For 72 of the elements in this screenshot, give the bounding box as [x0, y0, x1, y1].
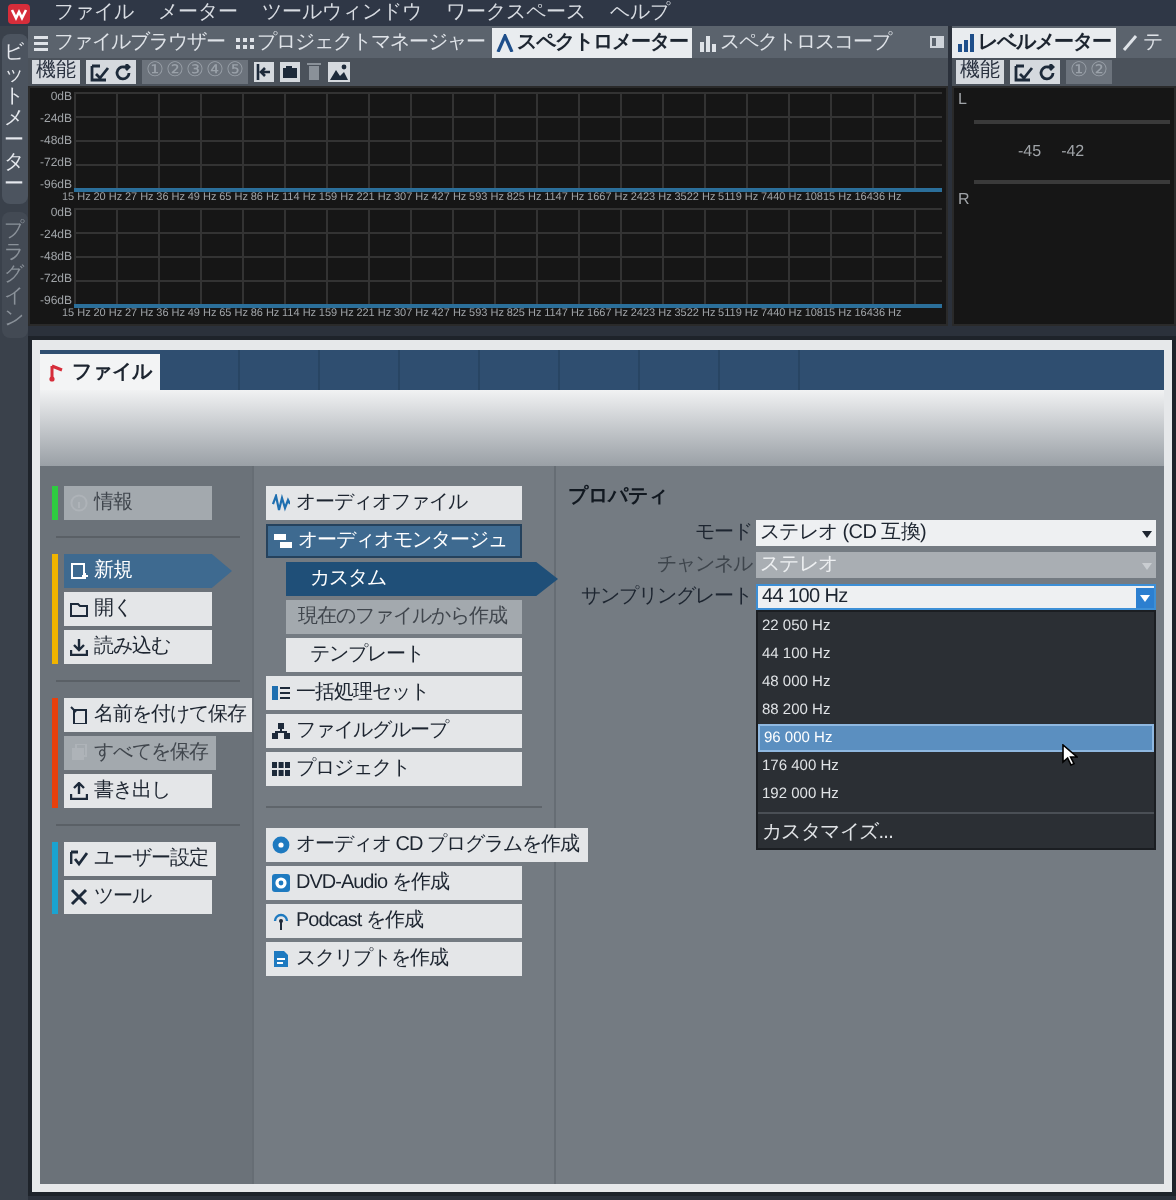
montage-icon	[274, 532, 292, 550]
camera-icon[interactable]	[280, 62, 300, 82]
checkmark-icon[interactable]	[1014, 63, 1034, 81]
script-icon	[272, 950, 290, 968]
bar-chart-icon	[698, 34, 716, 52]
menu-button[interactable]: ファイルグループ	[266, 714, 522, 748]
disc-icon	[272, 874, 290, 892]
hierarchy-icon	[272, 722, 290, 740]
bar-chart-icon	[956, 34, 974, 52]
folder-icon	[70, 600, 88, 618]
menu-button[interactable]: ユーザー設定	[64, 842, 216, 876]
scale-label: -45	[1018, 144, 1042, 160]
menu-button[interactable]: テンプレート	[286, 638, 522, 672]
panel-menu-icon[interactable]	[930, 36, 944, 48]
menu-button[interactable]: Podcast を作成	[266, 904, 522, 938]
peak-icon	[495, 34, 513, 52]
dropdown[interactable]: 44 100 Hz	[756, 584, 1156, 610]
dropdown-option[interactable]: カスタマイズ...	[758, 818, 1154, 848]
menu-button[interactable]: スクリプトを作成	[266, 942, 522, 976]
menu-button[interactable]: 読み込む	[64, 630, 212, 664]
channel-label: R	[958, 192, 972, 208]
file-tab[interactable]: ファイル	[40, 354, 160, 390]
panel-tab[interactable]: レベルメーター	[952, 28, 1115, 58]
menu-button[interactable]: オーディオファイル	[266, 486, 522, 520]
side-tab[interactable]: ビットメーター	[1, 34, 27, 204]
upload-icon	[70, 782, 88, 800]
function-button[interactable]: 機能	[956, 60, 1004, 84]
section-title: プロパティ	[568, 482, 670, 512]
scale-label: -42	[1061, 144, 1085, 160]
align-left-icon[interactable]	[254, 62, 274, 82]
refresh-icon[interactable]	[1038, 63, 1056, 81]
menu-item[interactable]: メーター	[158, 3, 238, 23]
menu-item[interactable]: ワークスペース	[446, 3, 586, 23]
menu-button[interactable]: オーディオモンタージュ	[266, 524, 522, 558]
menu-item[interactable]: ツールウィンドウ	[262, 3, 422, 23]
menu-button[interactable]: 書き出し	[64, 774, 212, 808]
menu-button[interactable]: DVD-Audio を作成	[266, 866, 522, 900]
menu-button[interactable]: オーディオ CD プログラムを作成	[266, 828, 587, 862]
grid-icon	[235, 34, 253, 52]
refresh-icon[interactable]	[114, 63, 132, 81]
image-icon[interactable]	[328, 62, 350, 82]
menu-item[interactable]: ヘルプ	[610, 3, 670, 23]
waveform-icon	[272, 494, 290, 512]
disc-icon	[272, 836, 290, 854]
download-icon	[70, 638, 88, 656]
dropdown[interactable]: ステレオ (CD 互換)	[756, 520, 1156, 546]
note-icon	[48, 363, 68, 381]
panel-tab[interactable]: スペクトロスコープ	[694, 28, 895, 58]
save-as-icon	[70, 706, 88, 724]
app-logo-icon	[8, 3, 30, 23]
pencil-icon	[1121, 34, 1139, 52]
menu-button[interactable]: ツール	[64, 880, 212, 914]
channel-label: L	[958, 92, 969, 108]
field-label: モード	[693, 520, 752, 546]
checkmark-icon[interactable]	[90, 63, 110, 81]
menu-button[interactable]: カスタム	[286, 562, 558, 596]
list-icon	[32, 34, 50, 52]
panel-tab[interactable]: スペクトロメーター	[491, 28, 692, 58]
checkmark-icon	[70, 850, 88, 868]
new-document-icon	[70, 562, 88, 580]
grid-icon	[272, 760, 290, 778]
menu-button[interactable]: プロジェクト	[266, 752, 522, 786]
menu-button[interactable]: 一括処理セット	[266, 676, 522, 710]
menu-item[interactable]: ファイル	[54, 3, 134, 23]
function-button[interactable]: 機能	[32, 60, 80, 84]
broadcast-icon	[272, 912, 290, 930]
mouse-cursor-icon	[1062, 744, 1078, 766]
menu-button[interactable]: 新規	[64, 554, 232, 588]
menu-button[interactable]: 名前を付けて保存	[64, 698, 254, 732]
list-icon	[272, 684, 290, 702]
menu-button[interactable]: 開く	[64, 592, 212, 626]
field-label: サンプリングレート	[579, 584, 752, 610]
